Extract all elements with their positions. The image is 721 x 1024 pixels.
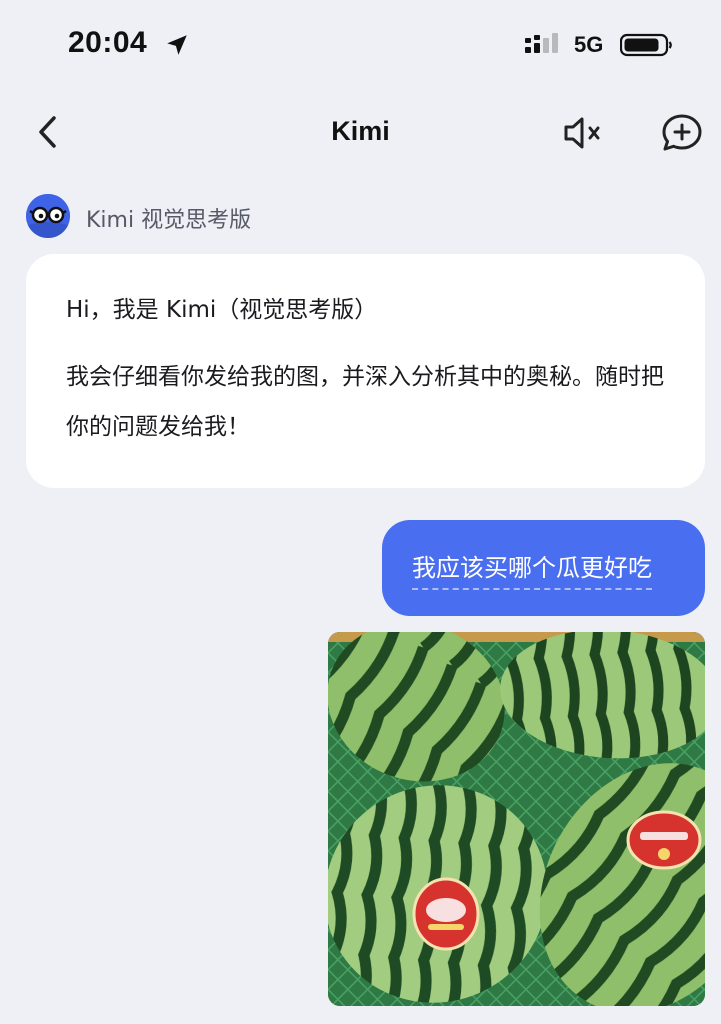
watermelon-image: [328, 632, 705, 1006]
avatar[interactable]: [26, 194, 70, 238]
bot-message: Hi，我是 Kimi（视觉思考版） 我会仔细看你发给我的图，并深入分析其中的奥秘…: [26, 254, 705, 488]
network-label: 5G: [574, 32, 604, 57]
bot-name: Kimi 视觉思考版: [86, 208, 252, 233]
sticker-right: [626, 810, 702, 870]
user-message[interactable]: 我应该买哪个瓜更好吃: [382, 520, 705, 616]
location-arrow-icon: [167, 35, 187, 55]
chat-plus-icon: [662, 114, 702, 151]
signal-bars-icon: [525, 33, 558, 53]
chevron-left-icon: [39, 116, 56, 148]
user-message-text: 我应该买哪个瓜更好吃: [412, 554, 652, 590]
bot-intro: 我会仔细看你发给我的图，并深入分析其中的奥秘。随时把你的问题发给我！: [66, 364, 664, 440]
bot-greeting: Hi，我是 Kimi（视觉思考版）: [66, 297, 378, 323]
watermelon-photo[interactable]: [328, 632, 705, 1006]
battery-icon: [620, 33, 672, 57]
back-button[interactable]: [30, 112, 66, 152]
nav-bar: Kimi: [0, 100, 721, 164]
status-bar: 20:04 5G: [0, 0, 721, 90]
new-chat-button[interactable]: [660, 112, 704, 154]
mute-button[interactable]: [560, 112, 606, 154]
glasses-avatar-icon: [26, 194, 70, 238]
status-time: 20:04: [68, 26, 148, 59]
speaker-muted-icon: [564, 117, 600, 149]
page-title: Kimi: [331, 116, 390, 146]
sticker-left: [412, 877, 480, 951]
